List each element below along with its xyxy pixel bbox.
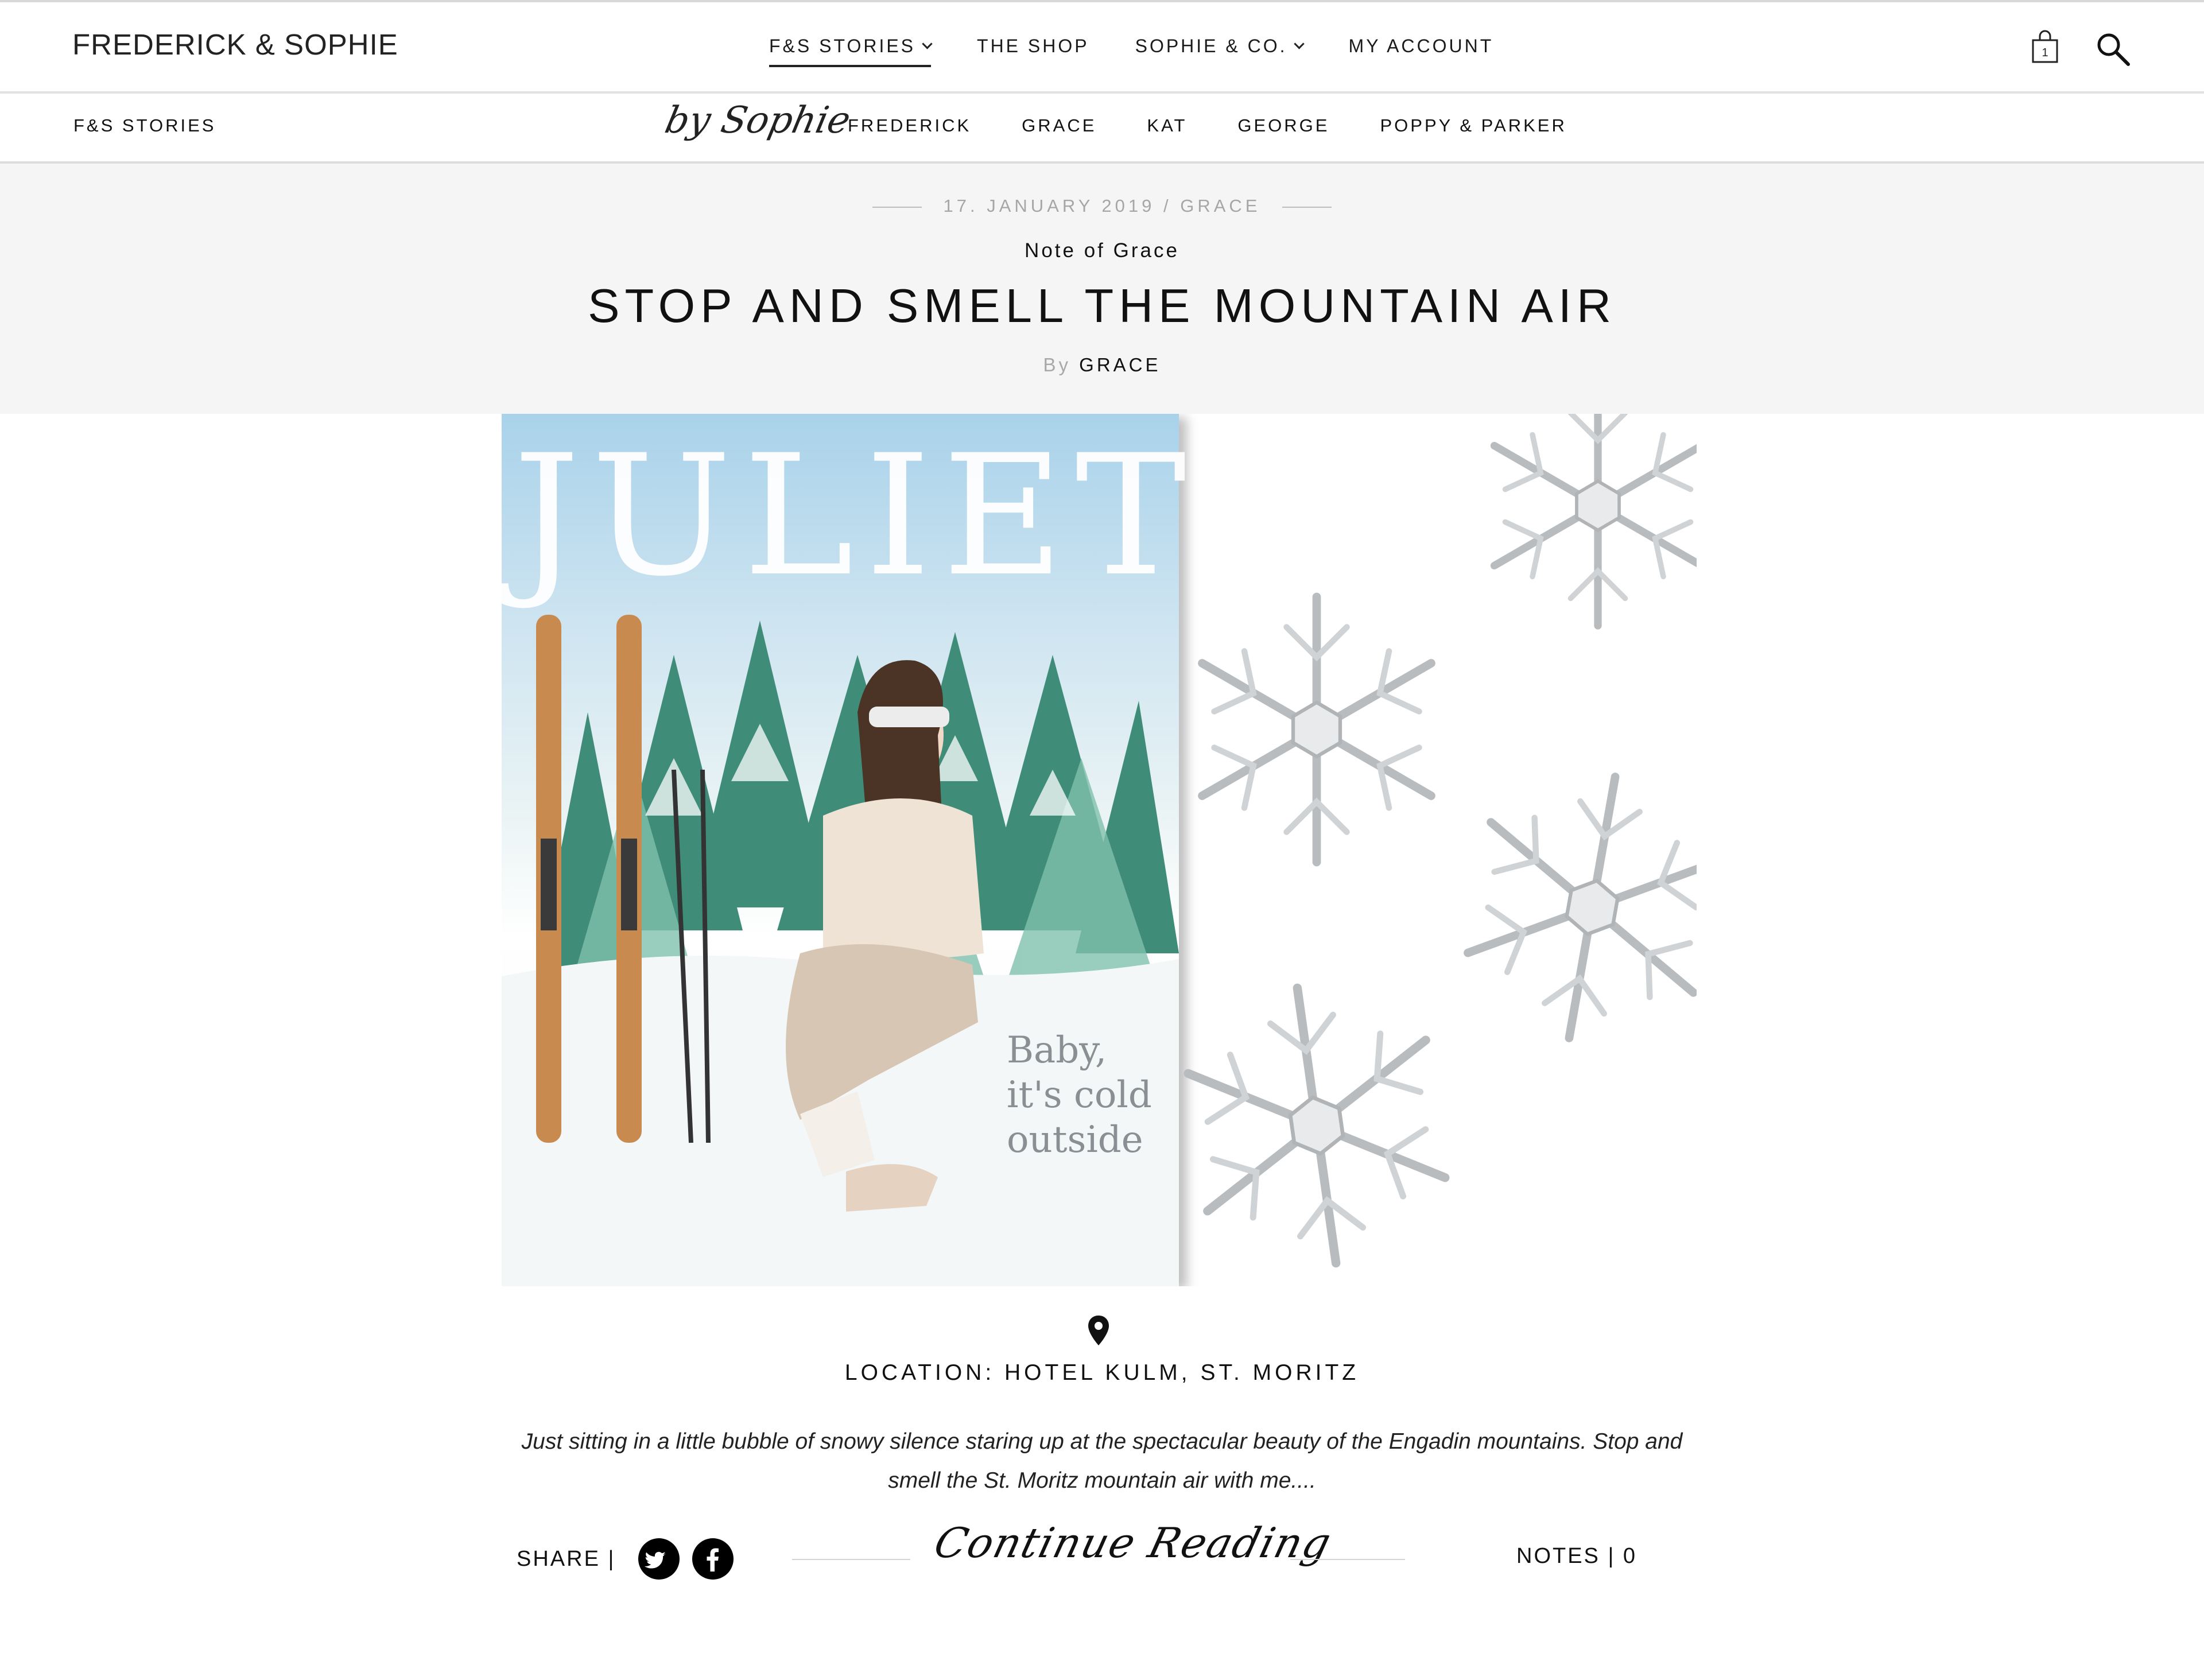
cart-count: 1 xyxy=(2042,46,2048,59)
nav-sophie-co-label: SOPHIE & CO. xyxy=(1135,36,1287,56)
nav-fs-stories[interactable]: F&S STORIES xyxy=(769,36,933,67)
sub-nav: F&S STORIES by Sophie FREDERICK GRACE KA… xyxy=(0,94,2204,164)
divider xyxy=(1290,1559,1405,1560)
nav-sophie-co[interactable]: SOPHIE & CO. xyxy=(1135,36,1305,57)
nav-my-account[interactable]: MY ACCOUNT xyxy=(1349,36,1494,57)
share-label: SHARE | xyxy=(517,1546,616,1571)
facebook-icon xyxy=(707,1548,719,1572)
author-link[interactable]: GRACE xyxy=(1079,354,1161,375)
post-kicker: Note of Grace xyxy=(1025,239,1179,262)
divider xyxy=(792,1559,910,1560)
continue-reading-link[interactable]: Continue Reading xyxy=(930,1519,1337,1567)
site-logo[interactable]: FREDERICK & SOPHIE xyxy=(72,28,398,61)
post-meta: 17. JANUARY 2019 / GRACE xyxy=(0,196,2204,216)
post-byline: By GRACE xyxy=(0,354,2204,376)
subnav-item-frederick[interactable]: FREDERICK xyxy=(848,115,971,136)
main-nav: F&S STORIES THE SHOP SOPHIE & CO. MY ACC… xyxy=(769,36,1539,67)
nav-the-shop[interactable]: THE SHOP xyxy=(977,36,1089,57)
subnav-item-george[interactable]: GEORGE xyxy=(1237,115,1329,136)
by-sophie-link[interactable]: by Sophie xyxy=(661,99,854,142)
shopping-bag-icon[interactable]: 1 xyxy=(2031,30,2059,64)
share-bar: SHARE | xyxy=(517,1538,734,1580)
twitter-share-button[interactable] xyxy=(638,1538,680,1580)
nav-my-account-label: MY ACCOUNT xyxy=(1348,36,1494,56)
subnav-item-kat[interactable]: KAT xyxy=(1147,115,1187,136)
post-date-category[interactable]: 17. JANUARY 2019 / GRACE xyxy=(944,196,1261,216)
divider xyxy=(872,206,922,208)
divider xyxy=(1282,206,1332,208)
nav-the-shop-label: THE SHOP xyxy=(977,36,1089,56)
nav-fs-stories-label: F&S STORIES xyxy=(769,36,916,56)
site-header: FREDERICK & SOPHIE F&S STORIES THE SHOP … xyxy=(0,0,2204,94)
location-pin-icon xyxy=(1088,1316,1109,1345)
post-title[interactable]: STOP AND SMELL THE MOUNTAIN AIR xyxy=(0,278,2204,333)
twitter-icon xyxy=(645,1551,666,1569)
search-icon[interactable] xyxy=(2095,31,2131,67)
chevron-down-icon xyxy=(922,38,933,49)
post-location: LOCATION: HOTEL KULM, ST. MORITZ xyxy=(844,1360,1360,1385)
feature-image[interactable]: JULIET Baby, it's cold outside xyxy=(502,414,1697,1286)
chevron-down-icon xyxy=(1293,38,1305,49)
section-label[interactable]: F&S STORIES xyxy=(73,115,216,136)
byline-prefix: By xyxy=(1043,354,1071,375)
post-header: 17. JANUARY 2019 / GRACE Note of Grace S… xyxy=(0,164,2204,414)
snowflakes-illustration xyxy=(502,414,1697,1286)
author-nav: FREDERICK GRACE KAT GEORGE POPPY & PARKE… xyxy=(848,115,1617,136)
subnav-item-poppy-parker[interactable]: POPPY & PARKER xyxy=(1380,115,1566,136)
facebook-share-button[interactable] xyxy=(692,1538,734,1580)
post-excerpt: Just sitting in a little bubble of snowy… xyxy=(521,1429,1683,1493)
notes-count-link[interactable]: NOTES | 0 xyxy=(1516,1544,1637,1569)
subnav-item-grace[interactable]: GRACE xyxy=(1022,115,1096,136)
